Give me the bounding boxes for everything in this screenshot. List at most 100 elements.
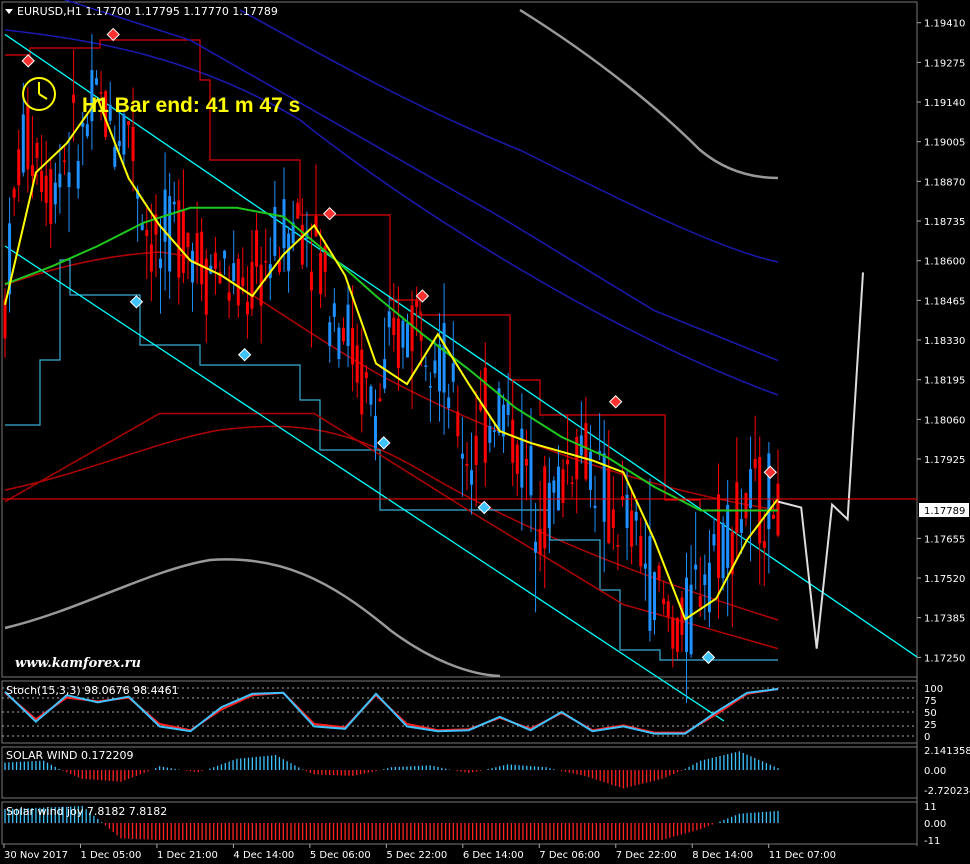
y-tick-label: 1.19005 (924, 138, 965, 149)
candle-body (67, 172, 71, 187)
x-tick-label: 7 Dec 06:00 (539, 850, 600, 861)
x-tick-label: 4 Dec 14:00 (233, 850, 294, 861)
candle-body (643, 563, 647, 569)
candle-body (58, 173, 62, 188)
candle-body (630, 510, 634, 547)
candle-body (703, 574, 707, 585)
x-tick-label: 1 Dec 05:00 (80, 850, 141, 861)
candle-body (566, 459, 570, 465)
candle-body (447, 397, 451, 409)
candle-body (387, 311, 391, 328)
y-tick-label: 1.17520 (924, 574, 965, 585)
candle-body (488, 425, 492, 443)
y-tick-label: 1.18465 (924, 296, 965, 307)
candle-body (534, 541, 538, 553)
candle-body (3, 299, 7, 339)
candle-body (552, 480, 556, 493)
candle-body (758, 456, 762, 544)
candle-body (149, 244, 153, 272)
candle-body (396, 318, 400, 369)
candle-body (424, 365, 428, 367)
candle-body (369, 386, 373, 405)
candle-body (415, 300, 419, 307)
candle-body (588, 451, 592, 490)
stoch-label: Stoch(15,3,3) 98.0676 98.4461 (6, 684, 179, 697)
candle-body (195, 233, 199, 264)
candle-body (378, 398, 382, 402)
candle-body (456, 411, 460, 437)
candle-body (30, 165, 34, 177)
candle-body (406, 323, 410, 358)
candle-body (584, 423, 588, 480)
solar-wind-tick-label: 0.00 (924, 766, 946, 777)
y-tick-label: 1.17925 (924, 455, 965, 466)
candle-body (172, 201, 176, 205)
candle-body (671, 617, 675, 649)
x-tick-label: 5 Dec 22:00 (386, 850, 447, 861)
solar-wind-joy-tick-label: -11 (924, 836, 940, 847)
candle-body (749, 469, 753, 509)
candle-body (556, 466, 560, 511)
stoch-tick-label: 75 (924, 696, 937, 707)
candle-body (94, 78, 98, 85)
candle-body (717, 494, 721, 578)
candle-body (511, 419, 515, 463)
candle-body (698, 595, 702, 607)
candle-body (570, 482, 574, 485)
chart-title: EURUSD,H1 1.17700 1.17795 1.17770 1.1778… (17, 5, 278, 18)
candle-body (611, 509, 615, 528)
candle-body (474, 435, 478, 465)
candle-body (639, 535, 643, 567)
candle-body (593, 505, 597, 508)
y-tick-label: 1.18195 (924, 376, 965, 387)
candle-body (364, 372, 368, 379)
candle-body (561, 469, 565, 504)
candle-body (319, 252, 323, 295)
candle-body (492, 430, 496, 432)
candle-body (470, 470, 474, 485)
candle-body (685, 577, 689, 653)
candle-body (85, 124, 89, 137)
y-tick-label: 1.18600 (924, 257, 965, 268)
candle-body (332, 303, 336, 317)
candle-body (648, 536, 652, 631)
candle-body (346, 304, 350, 346)
x-tick-label: 5 Dec 06:00 (310, 850, 371, 861)
y-tick-label: 1.19140 (924, 98, 965, 109)
candle-body (712, 534, 716, 546)
y-tick-label: 1.18060 (924, 415, 965, 426)
candle-body (392, 317, 396, 336)
candle-body (524, 458, 528, 466)
candle-body (223, 250, 227, 259)
y-tick-label: 1.18330 (924, 336, 965, 347)
trading-chart[interactable]: 1.19410 1.19275 1.19140 1.19005 1.18870 1.187… (0, 0, 970, 864)
candle-body (653, 572, 657, 621)
candle-body (383, 359, 387, 389)
candle-body (12, 188, 16, 198)
candle-body (607, 468, 611, 543)
candle-body (657, 565, 661, 581)
candle-body (264, 261, 268, 263)
candle-body (428, 386, 432, 388)
candle-body (351, 328, 355, 365)
candle-body (634, 511, 638, 521)
candle-body (739, 519, 743, 533)
candle-body (753, 459, 757, 469)
candle-body (26, 104, 30, 170)
candle-body (117, 140, 121, 147)
candle-body (241, 277, 245, 286)
x-tick-label: 30 Nov 2017 (4, 850, 68, 861)
candle-body (287, 233, 291, 271)
candle-body (49, 169, 53, 225)
y-tick-label: 1.17250 (924, 653, 965, 664)
candle-body (771, 514, 775, 519)
stoch-tick-label: 50 (924, 708, 937, 719)
candle-body (616, 545, 620, 547)
candle-body (126, 121, 130, 125)
candle-body (62, 160, 66, 162)
candle-body (53, 182, 57, 205)
y-tick-label: 1.19410 (924, 19, 965, 30)
candle-body (181, 210, 185, 273)
solar-wind-tick-label: -2.720234 (924, 786, 970, 797)
candle-body (131, 126, 135, 161)
